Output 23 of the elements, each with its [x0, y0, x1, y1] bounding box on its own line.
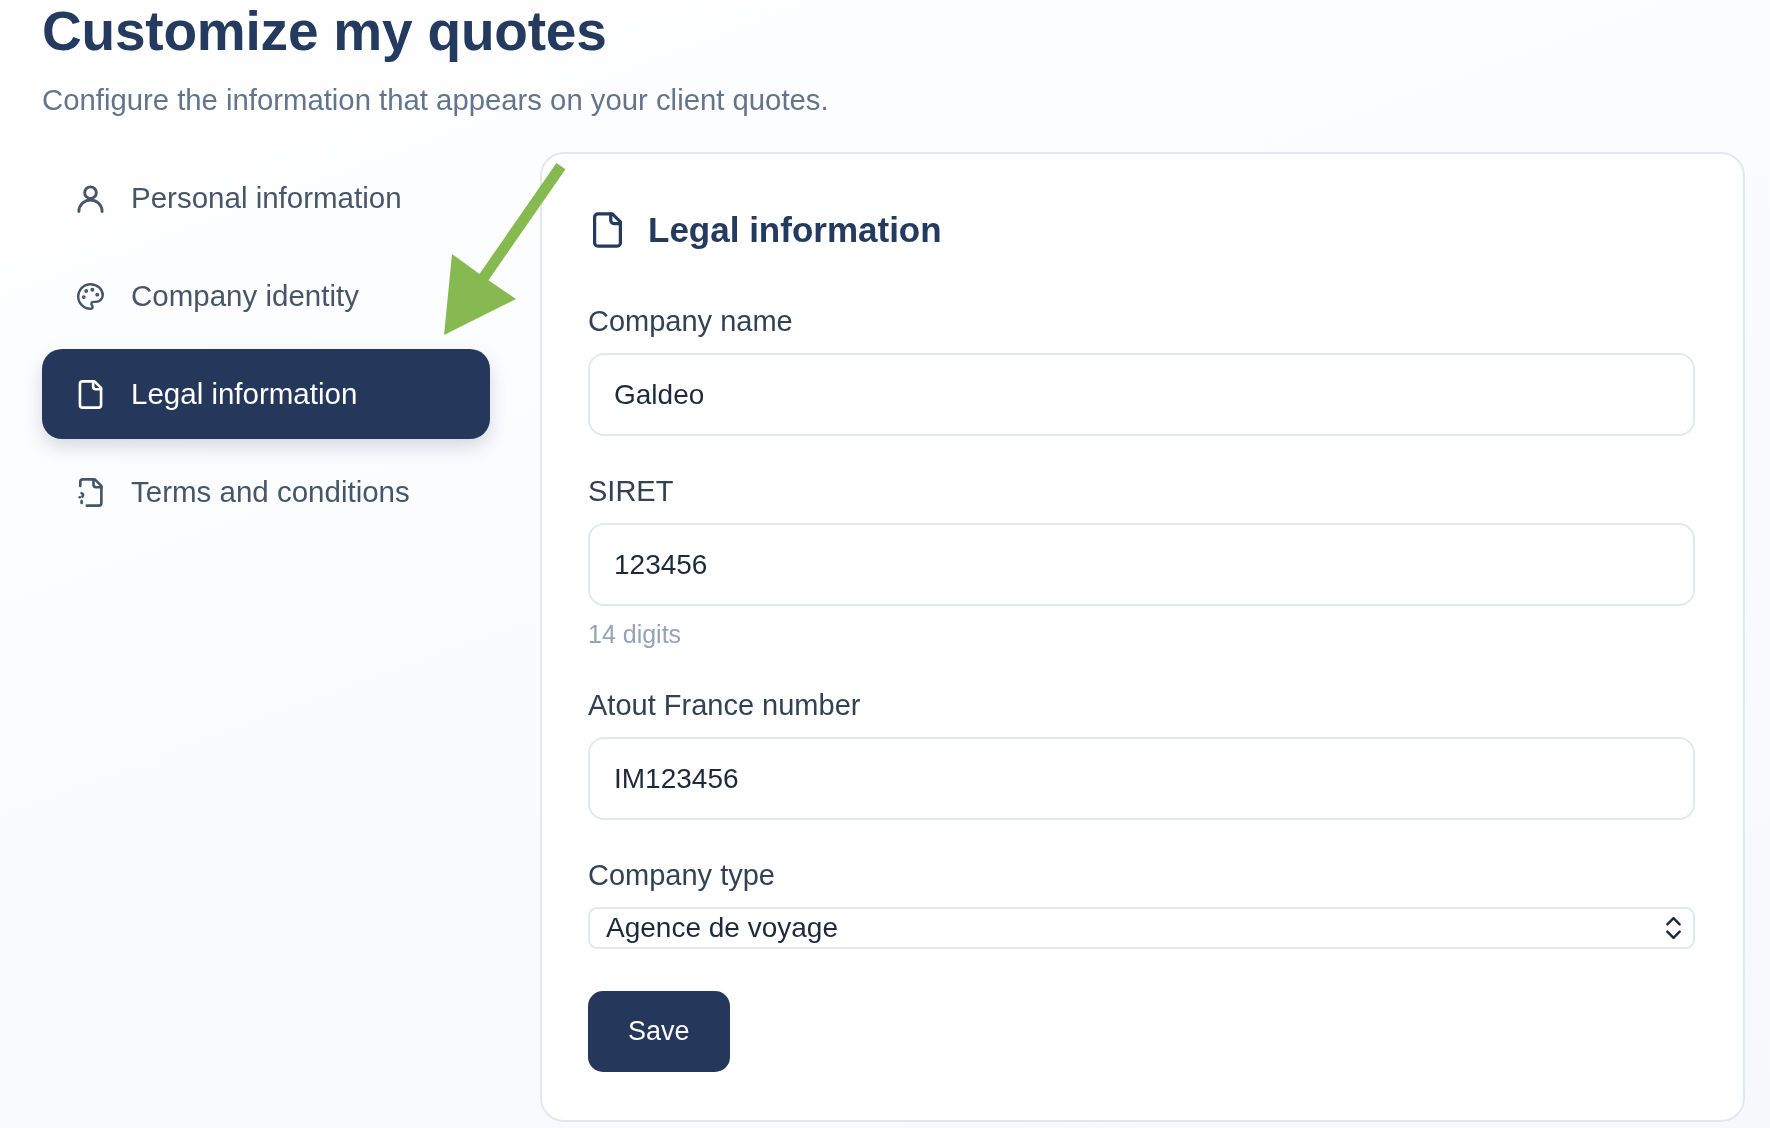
- document-icon: [77, 379, 104, 409]
- text-input[interactable]: Galdeo: [588, 353, 1695, 436]
- signed-document-icon: [77, 477, 104, 507]
- field-label: Company name: [588, 304, 793, 338]
- sidebar-item[interactable]: Company identity: [42, 251, 369, 341]
- sidebar-item[interactable]: Terms and conditions: [42, 447, 420, 537]
- document-icon: [593, 212, 622, 248]
- field-label: Atout France number: [588, 688, 861, 722]
- sidebar-item[interactable]: Personal information: [42, 153, 412, 243]
- field-label: Company type: [588, 858, 775, 892]
- dropdown[interactable]: Agence de voyage: [588, 907, 1695, 949]
- sidebar-item[interactable]: Legal information: [42, 349, 490, 439]
- page-title: Customize my quotes: [42, 0, 608, 62]
- section-title: Legal information: [648, 210, 942, 250]
- text-input[interactable]: IM123456: [588, 737, 1695, 820]
- chevrons-up-down-icon: [1666, 917, 1681, 939]
- save-button[interactable]: Save: [588, 991, 730, 1072]
- field-hint: 14 digits: [588, 619, 682, 650]
- field-label: SIRET: [588, 474, 674, 508]
- palette-icon: [77, 281, 104, 311]
- user-icon: [77, 183, 104, 213]
- page-subtitle: Configure the information that appears on your client quotes.: [42, 82, 830, 118]
- text-input[interactable]: 123456: [588, 523, 1695, 606]
